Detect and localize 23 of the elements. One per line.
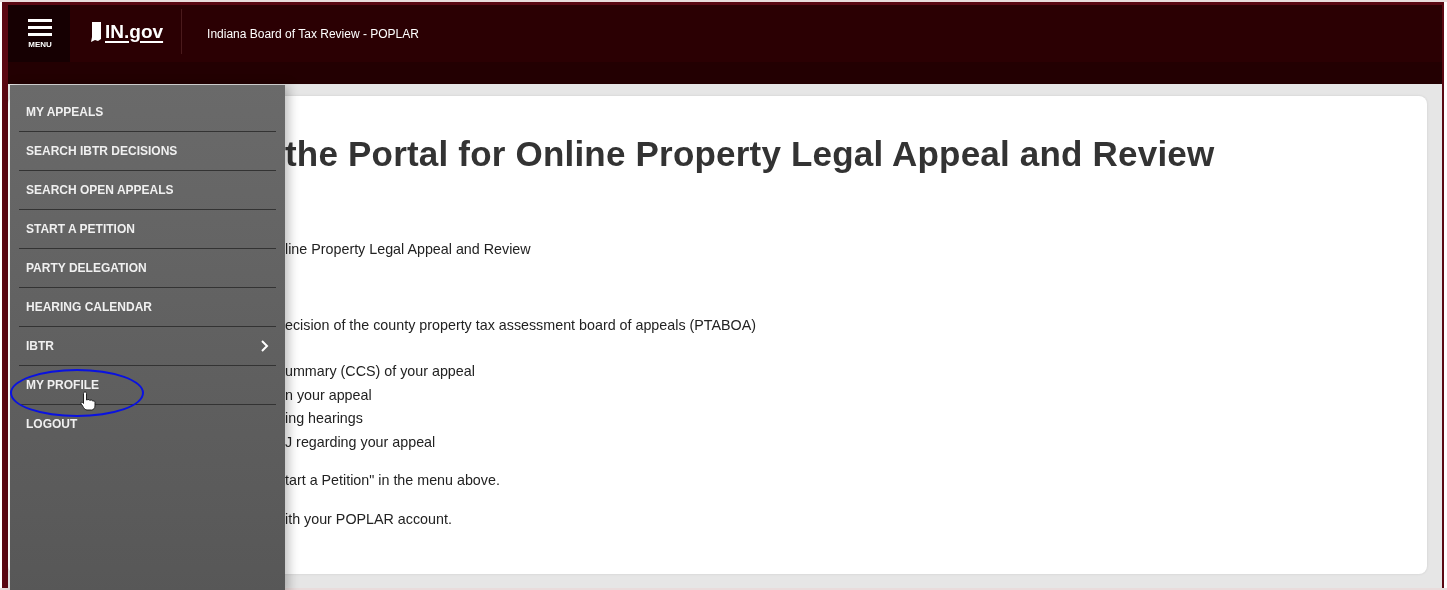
menu-item[interactable]: SEARCH OPEN APPEALS	[19, 171, 276, 210]
body-text: ummary (CCS) of your appeal	[285, 362, 476, 381]
hand-cursor-icon	[80, 391, 96, 411]
menu-item[interactable]: MY APPEALS	[19, 93, 276, 132]
body-text: ith your POPLAR account.	[285, 509, 453, 529]
page-heading: the Portal for Online Property Legal Appeal and Review	[285, 133, 1216, 174]
body-text: tart a Petition" in the menu above.	[285, 471, 501, 490]
site-logo[interactable]: IN.gov	[70, 9, 183, 54]
menu-item[interactable]: HEARING CALENDAR	[19, 288, 276, 327]
menu-icon	[28, 18, 52, 37]
body-text: ecision of the county property tax assessment board of appeals (PTABOA)	[285, 315, 757, 335]
menu-item[interactable]: START A PETITION	[19, 210, 276, 249]
body-text: n your appeal	[285, 385, 373, 405]
body-text: ing hearings	[285, 409, 364, 428]
menu-item[interactable]: SEARCH IBTR DECISIONS	[19, 132, 276, 171]
menu-item[interactable]: PARTY DELEGATION	[19, 249, 276, 288]
menu-button[interactable]: MENU	[8, 5, 70, 62]
menu-item[interactable]: LOGOUT	[19, 405, 276, 443]
site-title: Indiana Board of Tax Review - POPLAR	[206, 25, 419, 43]
body-text: J regarding your appeal	[285, 432, 437, 452]
menu-item[interactable]: IBTR	[19, 327, 276, 366]
state-map-icon	[90, 21, 102, 42]
body-text: line Property Legal Appeal and Review	[285, 240, 532, 259]
